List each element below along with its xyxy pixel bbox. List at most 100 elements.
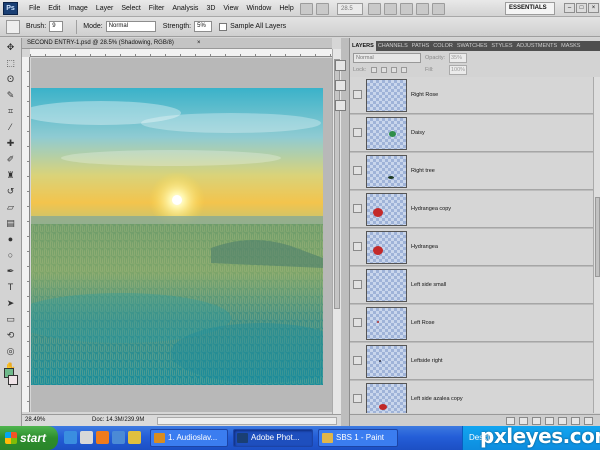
layer-row[interactable]: Left Rose — [350, 305, 593, 342]
image-canvas[interactable] — [31, 88, 323, 385]
close-tab-icon[interactable]: × — [197, 38, 201, 49]
document-tab[interactable]: SECOND ENTRY-1.psd @ 28.5% (Shadowing, R… — [22, 38, 332, 49]
history-brush-tool-icon[interactable]: ↺ — [4, 184, 18, 198]
zoom-level[interactable]: 28.49% — [25, 415, 45, 426]
visibility-toggle-icon[interactable] — [353, 128, 362, 137]
visibility-toggle-icon[interactable] — [353, 280, 362, 289]
minibridge-icon[interactable] — [316, 2, 329, 15]
quick-selection-tool-icon[interactable]: ✎ — [4, 88, 18, 102]
eyedropper-tool-icon[interactable]: ⁄ — [4, 120, 18, 134]
move-tool-icon[interactable]: ✥ — [4, 40, 18, 54]
rotate-view-icon[interactable] — [400, 2, 413, 15]
lock-position-icon[interactable] — [391, 67, 397, 73]
gradient-tool-icon[interactable]: ▤ — [4, 216, 18, 230]
layer-name[interactable]: Left side small — [411, 267, 446, 304]
tool-preset-icon[interactable] — [6, 19, 20, 34]
start-button[interactable]: start — [0, 426, 58, 450]
adobe-reader-icon[interactable] — [80, 431, 93, 444]
taskbar-button[interactable]: SBS 1 - Paint — [318, 429, 398, 447]
taskbar-button[interactable]: 1. Audioslav... — [150, 429, 228, 447]
3d-orbit-tool-icon[interactable]: ◎ — [4, 344, 18, 358]
hand-tool-icon[interactable] — [368, 2, 381, 15]
menu-file[interactable]: File — [25, 0, 44, 17]
layer-name[interactable]: Right Rose — [411, 77, 438, 114]
crop-tool-icon[interactable]: ⌗ — [4, 104, 18, 118]
layer-name[interactable]: Left Rose — [411, 305, 435, 342]
path-selection-tool-icon[interactable]: ➤ — [4, 296, 18, 310]
shape-tool-icon[interactable]: ▭ — [4, 312, 18, 326]
background-color-swatch[interactable] — [8, 375, 18, 385]
layer-name[interactable]: Hydrangea — [411, 229, 438, 266]
history-panel-icon[interactable] — [335, 60, 346, 71]
layer-row[interactable]: Hydrangea copy — [350, 191, 593, 228]
vertical-ruler[interactable] — [22, 57, 30, 412]
lock-transparency-icon[interactable] — [371, 67, 377, 73]
layer-row[interactable]: Daisy — [350, 115, 593, 152]
menu-help[interactable]: Help — [275, 0, 297, 17]
close-button[interactable]: × — [588, 3, 599, 13]
3d-rotate-tool-icon[interactable]: ⟲ — [4, 328, 18, 342]
sample-all-layers-checkbox[interactable] — [219, 22, 228, 31]
menu-window[interactable]: Window — [242, 0, 275, 17]
mode-select[interactable]: Normal — [105, 21, 156, 32]
pen-tool-icon[interactable]: ✒ — [4, 264, 18, 278]
layer-name[interactable]: Leftside right — [411, 343, 443, 380]
horizontal-ruler[interactable] — [30, 49, 332, 57]
visibility-toggle-icon[interactable] — [353, 318, 362, 327]
fill-field[interactable]: 100% — [449, 65, 467, 75]
visibility-toggle-icon[interactable] — [353, 394, 362, 403]
canvas-horizontal-scrollbar[interactable] — [157, 417, 337, 425]
tab-adjustments[interactable]: ADJUSTMENTS — [515, 41, 560, 51]
maximize-button[interactable]: □ — [576, 3, 587, 13]
marquee-tool-icon[interactable]: ⬚ — [4, 56, 18, 70]
tab-color[interactable]: COLOR — [431, 41, 455, 51]
eraser-tool-icon[interactable]: ▱ — [4, 200, 18, 214]
tab-layers[interactable]: LAYERS — [350, 41, 376, 51]
brush-size-picker[interactable]: 9 — [49, 21, 64, 32]
minimize-button[interactable]: – — [564, 3, 575, 13]
blend-mode-select[interactable]: Normal — [353, 53, 421, 63]
visibility-toggle-icon[interactable] — [353, 90, 362, 99]
brush-tool-icon[interactable]: ✐ — [4, 152, 18, 166]
tab-channels[interactable]: CHANNELS — [376, 41, 410, 51]
layer-row[interactable]: Right Rose — [350, 77, 593, 114]
tab-styles[interactable]: STYLES — [489, 41, 514, 51]
visibility-toggle-icon[interactable] — [353, 242, 362, 251]
layer-row[interactable]: Left side azalea copy — [350, 381, 593, 413]
menu-3d[interactable]: 3D — [202, 0, 219, 17]
lock-all-icon[interactable] — [401, 67, 407, 73]
taskbar-button[interactable]: Adobe Phot... — [233, 429, 313, 447]
menu-view[interactable]: View — [219, 0, 242, 17]
lock-pixels-icon[interactable] — [381, 67, 387, 73]
menu-analysis[interactable]: Analysis — [168, 0, 202, 17]
layer-name[interactable]: Left side azalea copy — [411, 381, 463, 413]
menu-layer[interactable]: Layer — [92, 0, 118, 17]
internet-explorer-icon[interactable] — [112, 431, 125, 444]
lasso-tool-icon[interactable]: ʘ — [4, 72, 18, 86]
arrange-documents-icon[interactable] — [416, 2, 429, 15]
menu-edit[interactable]: Edit — [44, 0, 64, 17]
layer-list-scrollbar[interactable] — [593, 77, 600, 413]
blur-tool-icon[interactable]: ● — [4, 232, 18, 246]
tab-paths[interactable]: PATHS — [410, 41, 432, 51]
layer-row[interactable]: Left side small — [350, 267, 593, 304]
opacity-field[interactable]: 35% — [449, 53, 467, 63]
zoom-tool-icon[interactable] — [384, 2, 397, 15]
layer-name[interactable]: Daisy — [411, 115, 425, 152]
strength-field[interactable]: 5% — [194, 21, 213, 32]
visibility-toggle-icon[interactable] — [353, 356, 362, 365]
firefox-icon[interactable] — [96, 431, 109, 444]
workspace-switcher[interactable]: ESSENTIALS — [505, 2, 555, 15]
layer-name[interactable]: Hydrangea copy — [411, 191, 451, 228]
healing-brush-tool-icon[interactable]: ✚ — [4, 136, 18, 150]
document-size[interactable]: Doc: 14.3M/239.9M — [92, 415, 144, 426]
visibility-toggle-icon[interactable] — [353, 166, 362, 175]
tab-masks[interactable]: MASKS — [559, 41, 582, 51]
layer-row[interactable]: Leftside right — [350, 343, 593, 380]
tab-swatches[interactable]: SWATCHES — [455, 41, 490, 51]
dodge-tool-icon[interactable]: ○ — [4, 248, 18, 262]
clone-stamp-tool-icon[interactable]: ♜ — [4, 168, 18, 182]
screen-mode-icon[interactable] — [432, 2, 445, 15]
bridge-icon[interactable] — [300, 2, 313, 15]
zoom-level-field[interactable]: 28.5 — [337, 2, 363, 15]
